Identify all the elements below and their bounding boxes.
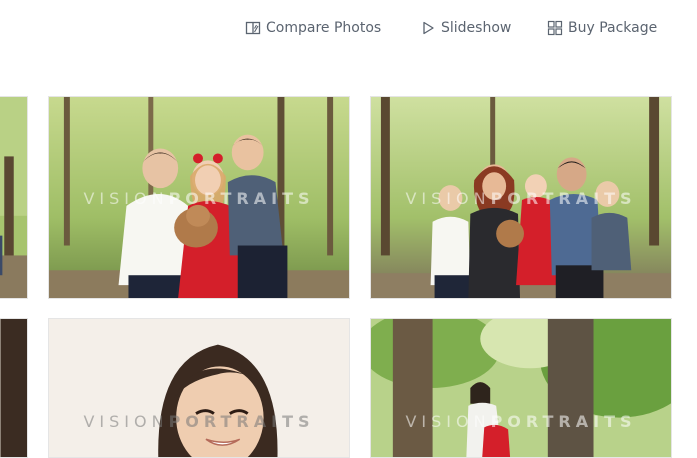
photo-image: [0, 319, 27, 457]
photo-image: [0, 97, 27, 298]
watermark-light: VISION: [405, 412, 491, 431]
watermark: VISIONPORTRAITS: [49, 189, 349, 208]
watermark-bold: PORTRAITS: [490, 189, 637, 208]
photo-thumbnail[interactable]: VISIONPORTRAITS: [370, 318, 672, 458]
watermark: VISIONPORTRAITS: [371, 189, 671, 208]
watermark-light: VISION: [405, 189, 491, 208]
watermark-light: VISION: [83, 412, 169, 431]
photo-image: [371, 319, 671, 457]
watermark-bold: PORTRAITS: [168, 189, 315, 208]
photo-gallery: VISIONPORTRAITS VISIONPORTRAITS VISIONPO…: [0, 0, 697, 458]
watermark-bold: PORTRAITS: [168, 412, 315, 431]
photo-thumbnail[interactable]: VISIONPORTRAITS: [48, 96, 350, 299]
watermark-light: VISION: [83, 189, 169, 208]
photo-image: [49, 319, 349, 457]
photo-thumbnail[interactable]: [0, 96, 28, 299]
watermark: VISIONPORTRAITS: [49, 412, 349, 431]
watermark: VISIONPORTRAITS: [371, 412, 671, 431]
photo-thumbnail[interactable]: VISIONPORTRAITS: [370, 96, 672, 299]
watermark-bold: PORTRAITS: [490, 412, 637, 431]
photo-thumbnail[interactable]: VISIONPORTRAITS: [48, 318, 350, 458]
photo-thumbnail[interactable]: [0, 318, 28, 458]
